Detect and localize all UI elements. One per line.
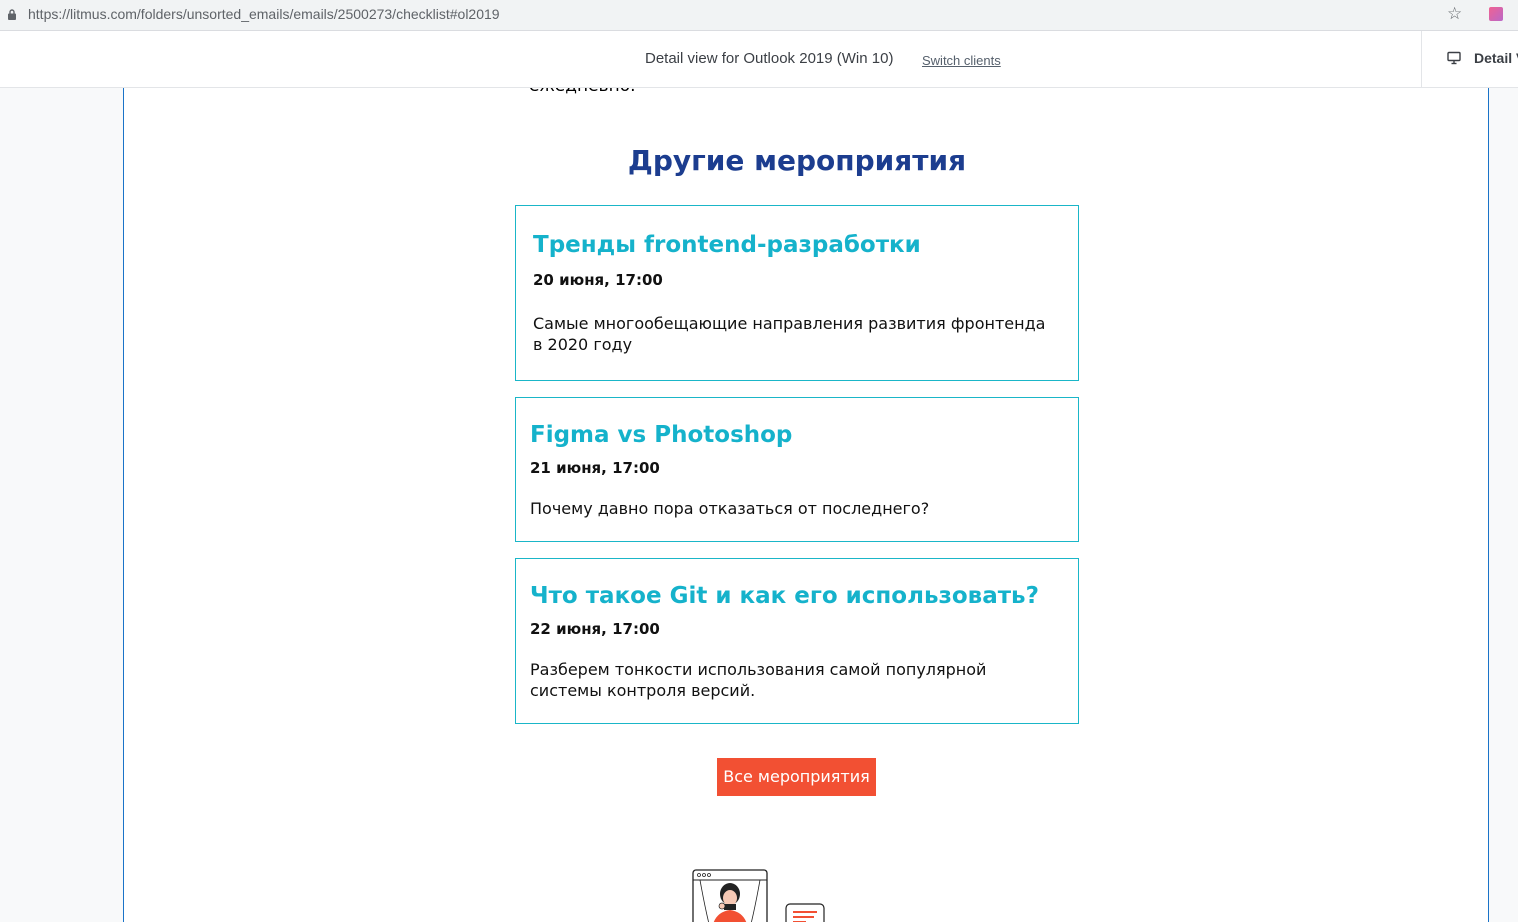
event-card: Что такое Git и как его использовать? 22… [515,558,1079,724]
lock-icon [8,9,16,20]
header-divider [1421,31,1422,87]
monitor-icon [1447,51,1461,65]
event-title[interactable]: Figma vs Photoshop [530,422,792,448]
section-title: Другие мероприятия [627,144,967,177]
person-illustration-icon [692,869,825,922]
event-card: Figma vs Photoshop 21 июня, 17:00 Почему… [515,397,1079,542]
event-date: 21 июня, 17:00 [530,459,660,477]
litmus-header: Detail view for Outlook 2019 (Win 10) Sw… [0,31,1518,88]
event-card: Тренды frontend-разработки 20 июня, 17:0… [515,205,1079,381]
detail-view-tab[interactable]: Detail V [1474,50,1518,66]
star-icon[interactable]: ☆ [1447,5,1462,23]
switch-clients-link[interactable]: Switch clients [922,53,1001,68]
extension-icon[interactable] [1489,7,1503,21]
event-description: Почему давно пора отказаться от последне… [530,499,930,518]
event-date: 22 июня, 17:00 [530,620,660,638]
event-title[interactable]: Тренды frontend-разработки [533,232,921,258]
email-preview-frame: ежедневно. Другие мероприятия Тренды fro… [123,88,1489,922]
previous-paragraph-text: ежедневно. [529,88,636,96]
event-description: Разберем тонкости использования самой по… [530,660,987,700]
event-date: 20 июня, 17:00 [533,271,663,289]
event-title[interactable]: Что такое Git и как его использовать? [530,583,1039,609]
browser-address-bar: https://litmus.com/folders/unsorted_emai… [0,0,1518,31]
detail-view-title: Detail view for Outlook 2019 (Win 10) [645,50,894,67]
event-description: Самые многообещающие направления развити… [533,314,1046,354]
all-events-button[interactable]: Все мероприятия [717,758,876,796]
url-field[interactable]: https://litmus.com/folders/unsorted_emai… [28,6,500,22]
